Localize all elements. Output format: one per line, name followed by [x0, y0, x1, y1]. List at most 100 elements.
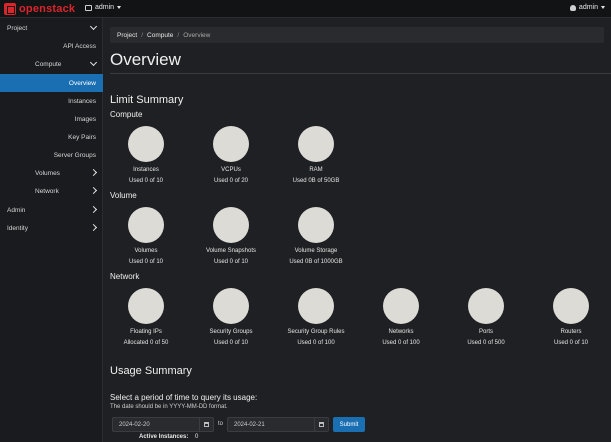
project-name: admin	[95, 4, 115, 11]
sidebar-item-label: API Access	[63, 42, 96, 50]
chevron-right-icon	[89, 186, 98, 195]
submit-button[interactable]: Submit	[333, 417, 365, 432]
sidebar-item-network[interactable]: Network	[0, 182, 103, 200]
page-title: Overview	[110, 50, 181, 69]
quota-volume-storage: Volume Storage Used 0B of 1000GB	[276, 207, 356, 265]
quota-label: VCPUs	[221, 167, 241, 173]
sidebar-item-volumes[interactable]: Volumes	[0, 164, 103, 182]
quota-ram: RAM Used 0B of 50GB	[276, 126, 356, 184]
date-range-to-label: to	[218, 421, 224, 427]
usage-description: Select a period of time to query its usa…	[110, 393, 258, 402]
usage-summary-heading: Usage Summary	[110, 365, 192, 377]
quota-usage: Used 0 of 10	[128, 259, 164, 265]
breadcrumb: Project / Compute / Overview	[110, 27, 604, 43]
quota-usage: Used 0B of 50GB	[292, 178, 340, 184]
quota-label: Routers	[560, 329, 582, 335]
quota-ports: Ports Used 0 of 500	[446, 288, 526, 346]
end-date-input[interactable]: 2024-02-21	[227, 417, 329, 432]
active-instances-value: 0	[195, 434, 199, 440]
sidebar-item-label: Network	[35, 187, 59, 195]
quota-pie-chart	[383, 288, 419, 324]
quota-usage: Used 0 of 100	[297, 340, 335, 346]
quota-pie-chart	[298, 207, 334, 243]
sidebar-item-label: Overview	[68, 79, 96, 87]
caret-down-icon	[601, 6, 605, 9]
openstack-logo-icon	[4, 3, 16, 15]
chevron-right-icon	[89, 223, 98, 232]
chevron-down-icon	[89, 22, 98, 31]
sidebar-item-images[interactable]: Images	[0, 110, 103, 128]
quota-usage: Used 0 of 20	[213, 178, 249, 184]
user-name: admin	[578, 4, 598, 11]
quota-pie-chart	[128, 126, 164, 162]
project-switcher[interactable]: admin	[85, 4, 122, 11]
quota-pie-chart	[213, 126, 249, 162]
quota-usage: Allocated 0 of 50	[123, 340, 169, 346]
sidebar-item-label: Admin	[7, 206, 26, 214]
calendar-button[interactable]	[199, 418, 213, 431]
quota-pie-chart	[213, 207, 249, 243]
quota-usage: Used 0 of 10	[128, 178, 164, 184]
sidebar-item-identity[interactable]: Identity	[0, 219, 103, 237]
sidebar-item-overview[interactable]: Overview	[0, 74, 103, 92]
sidebar-item-api-access[interactable]: API Access	[0, 37, 103, 55]
sidebar-item-label: Images	[74, 115, 96, 123]
calendar-icon	[204, 422, 209, 427]
breadcrumb-current: Overview	[183, 31, 211, 39]
quota-usage: Used 0 of 10	[213, 259, 249, 265]
brand-name: openstack	[19, 3, 76, 15]
title-divider	[110, 73, 611, 74]
sidebar-item-label: Project	[7, 24, 28, 32]
quota-volume-snapshots: Volume Snapshots Used 0 of 10	[191, 207, 271, 265]
breadcrumb-compute[interactable]: Compute	[147, 32, 173, 39]
sidebar-item-label: Server Groups	[53, 151, 96, 159]
sidebar-item-server-groups[interactable]: Server Groups	[0, 146, 103, 164]
quota-security-groups: Security Groups Used 0 of 10	[191, 288, 271, 346]
quota-pie-chart	[298, 126, 334, 162]
openstack-logo[interactable]: openstack	[4, 3, 75, 15]
quota-label: Volume Storage	[294, 248, 338, 254]
volume-heading: Volume	[110, 191, 137, 200]
quota-floating-ips: Floating IPs Allocated 0 of 50	[106, 288, 186, 346]
sidebar-item-label: Identity	[7, 224, 28, 232]
sidebar-item-admin[interactable]: Admin	[0, 201, 103, 219]
quota-pie-chart	[298, 288, 334, 324]
user-icon	[569, 4, 576, 11]
quota-networks: Networks Used 0 of 100	[361, 288, 441, 346]
quota-pie-chart	[468, 288, 504, 324]
start-date-value: 2024-02-20	[119, 421, 150, 428]
quota-usage: Used 0B of 1000GB	[289, 259, 343, 265]
quota-usage: Used 0 of 100	[382, 340, 420, 346]
chevron-right-icon	[89, 205, 98, 214]
quota-volumes: Volumes Used 0 of 10	[106, 207, 186, 265]
quota-pie-chart	[553, 288, 589, 324]
breadcrumb-separator: /	[141, 31, 144, 39]
sidebar-item-project[interactable]: Project	[0, 19, 103, 37]
sidebar-item-instances[interactable]: Instances	[0, 92, 103, 110]
quota-usage: Used 0 of 10	[553, 340, 589, 346]
quota-vcpus: VCPUs Used 0 of 20	[191, 126, 271, 184]
sidebar-item-label: Instances	[68, 97, 96, 105]
sidebar: Project API Access Compute Overview Inst…	[0, 18, 103, 442]
quota-label: Volume Snapshots	[205, 248, 257, 254]
user-menu[interactable]: admin	[569, 4, 605, 11]
sidebar-item-label: Volumes	[35, 169, 60, 177]
quota-label: RAM	[309, 167, 323, 173]
calendar-button[interactable]	[314, 418, 328, 431]
quota-usage: Used 0 of 10	[213, 340, 249, 346]
top-navbar: openstack admin admin	[0, 0, 611, 18]
chevron-down-icon	[89, 58, 98, 67]
quota-pie-chart	[128, 288, 164, 324]
quota-label: Volumes	[134, 248, 158, 254]
breadcrumb-project[interactable]: Project	[117, 32, 137, 39]
breadcrumb-separator: /	[177, 31, 180, 39]
quota-usage: Used 0 of 500	[467, 340, 505, 346]
caret-down-icon	[117, 6, 122, 9]
start-date-input[interactable]: 2024-02-20	[112, 417, 214, 432]
quota-label: Ports	[478, 329, 493, 335]
compute-heading: Compute	[110, 110, 143, 119]
chevron-right-icon	[89, 168, 98, 177]
sidebar-item-compute[interactable]: Compute	[0, 55, 103, 73]
sidebar-item-key-pairs[interactable]: Key Pairs	[0, 128, 103, 146]
quota-label: Floating IPs	[130, 329, 162, 335]
